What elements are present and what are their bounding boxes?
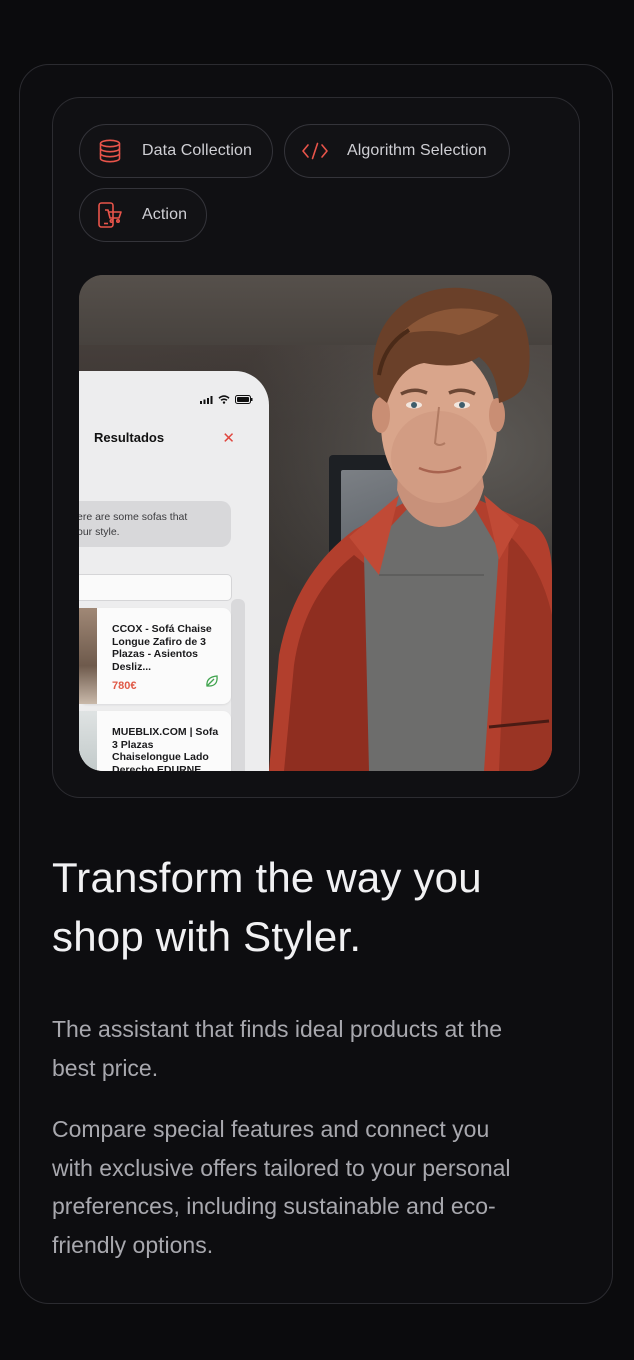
- hero-image: Resultados ✕ ere are some sofas that our…: [79, 275, 552, 771]
- headline-line: shop with Styler.: [52, 913, 362, 960]
- paragraph-line: friendly options.: [52, 1231, 214, 1258]
- chip-label: Action: [142, 206, 188, 223]
- chip-action[interactable]: Action: [79, 188, 207, 242]
- assistant-message: ere are some sofas that our style.: [79, 501, 231, 547]
- headline-line: Transform the way you: [52, 854, 482, 901]
- paragraph-line: preferences, including sustainable and e…: [52, 1193, 496, 1219]
- phone-mockup: Resultados ✕ ere are some sofas that our…: [79, 371, 269, 771]
- status-bar: [200, 395, 253, 404]
- leaf-icon: [205, 674, 219, 693]
- paragraph-line: best price.: [52, 1054, 159, 1081]
- code-icon: [301, 137, 329, 165]
- paragraph-line: Compare special features and connect you: [52, 1116, 490, 1142]
- results-title: Resultados: [94, 430, 165, 445]
- chip-algorithm-selection[interactable]: Algorithm Selection: [284, 124, 510, 178]
- results-list-background: [231, 599, 245, 771]
- wifi-icon: [218, 395, 230, 404]
- paragraph-line: with exclusive offers tailored to your p…: [52, 1154, 511, 1181]
- results-search-field[interactable]: [79, 574, 232, 601]
- product-title: MUEBLIX.COM | Sofa 3 Plazas Chaiselongue…: [112, 726, 219, 771]
- product-title: CCOX - Sofá Chaise Longue Zafiro de 3 Pl…: [112, 623, 212, 673]
- signal-icon: [200, 395, 213, 404]
- product-thumbnail: [79, 711, 97, 771]
- chip-label: Algorithm Selection: [347, 142, 487, 159]
- message-line: our style.: [79, 526, 120, 538]
- product-card[interactable]: MUEBLIX.COM | Sofa 3 Plazas Chaiselongue…: [79, 711, 231, 771]
- product-thumbnail: [79, 608, 97, 704]
- mobile-cart-icon: [96, 201, 124, 229]
- close-icon[interactable]: ✕: [222, 429, 235, 447]
- description-paragraph: Compare special features and connect you…: [52, 1110, 582, 1264]
- battery-icon: [235, 395, 253, 404]
- intro-paragraph: The assistant that finds ideal products …: [52, 1010, 582, 1087]
- paragraph-line: The assistant that finds ideal products …: [52, 1016, 503, 1042]
- message-line: ere are some sofas that: [79, 511, 188, 523]
- headline: Transform the way you shop with Styler.: [52, 848, 592, 966]
- database-icon: [96, 137, 124, 165]
- product-price: 780€: [112, 680, 137, 692]
- chip-data-collection[interactable]: Data Collection: [79, 124, 273, 178]
- product-card[interactable]: CCOX - Sofá Chaise Longue Zafiro de 3 Pl…: [79, 608, 231, 704]
- chip-label: Data Collection: [142, 142, 252, 159]
